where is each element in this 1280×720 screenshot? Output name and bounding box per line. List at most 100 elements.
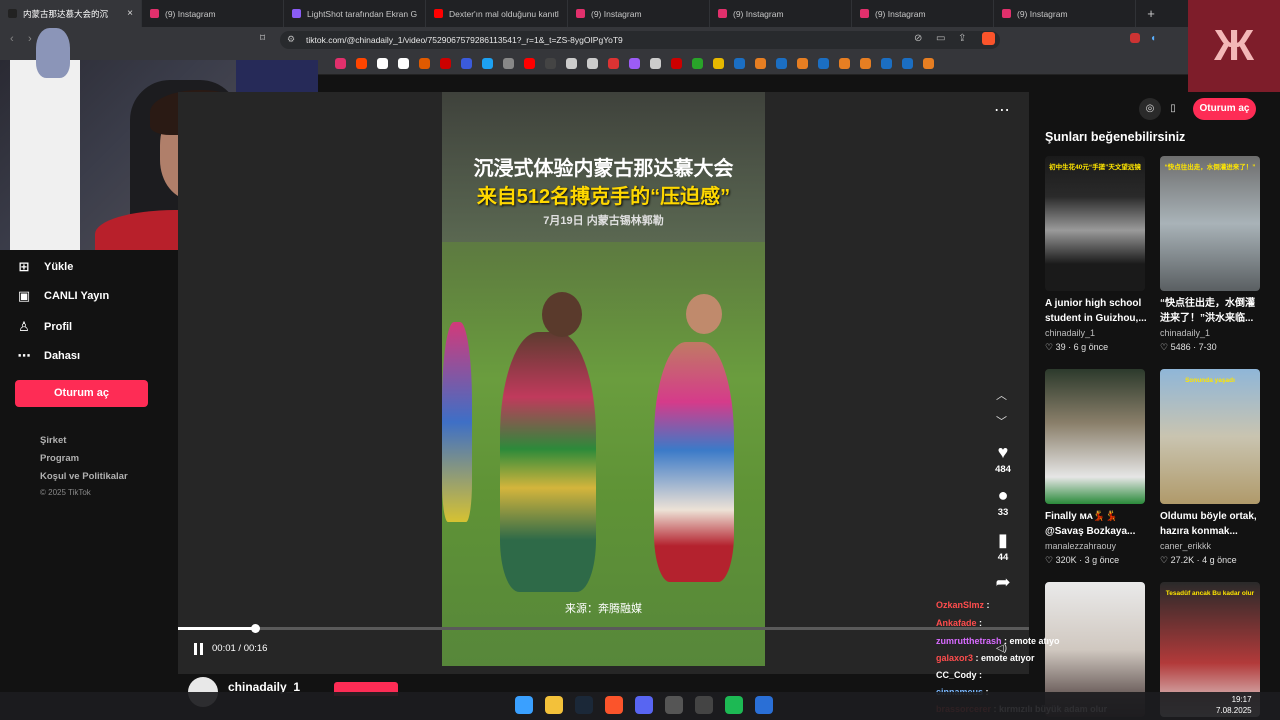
- new-tab-button[interactable]: +: [1136, 0, 1166, 27]
- phone-icon[interactable]: ▯: [1162, 98, 1184, 120]
- bookmark-favicon-icon[interactable]: [608, 58, 619, 69]
- bookmark-favicon-icon[interactable]: [356, 58, 367, 69]
- bookmark-favicon-icon[interactable]: [419, 58, 430, 69]
- tab-0[interactable]: 内蒙古那达慕大会的沉 ×: [0, 0, 142, 27]
- login-button-top[interactable]: Oturum aç: [1193, 98, 1256, 120]
- tab-1[interactable]: (9) Instagram: [142, 0, 284, 27]
- app-icon[interactable]: [665, 696, 683, 714]
- footer-terms[interactable]: Koşul ve Politikalar: [40, 471, 128, 482]
- login-button[interactable]: Oturum aç: [15, 380, 148, 407]
- card-title[interactable]: Oldumu böyle ortak, hazıra konmak...: [1160, 509, 1262, 539]
- file-explorer-icon[interactable]: [545, 696, 563, 714]
- tab-3[interactable]: Dexter'ın mal olduğunu kanıtlı: [426, 0, 568, 27]
- tab-4[interactable]: (9) Instagram: [568, 0, 710, 27]
- video-source: 来源：奔腾融媒: [565, 603, 642, 615]
- bookmark-favicon-icon[interactable]: [524, 58, 535, 69]
- more-options-icon[interactable]: ⋯: [994, 100, 1010, 120]
- bookmark-favicon-icon[interactable]: [503, 58, 514, 69]
- share-arrow-icon: ➦: [995, 572, 1011, 592]
- progress-track[interactable]: [178, 627, 1029, 630]
- copyright: © 2025 TikTok: [40, 488, 91, 497]
- save-count: 44: [997, 552, 1009, 563]
- bookmark-favicon-icon[interactable]: [566, 58, 577, 69]
- bookmark-favicon-icon[interactable]: [377, 58, 388, 69]
- bookmark-favicon-icon[interactable]: [650, 58, 661, 69]
- back-icon[interactable]: ‹: [10, 33, 14, 45]
- bookmark-favicon-icon[interactable]: [671, 58, 682, 69]
- audio-icon[interactable]: ◖: [1150, 33, 1156, 44]
- bookmark-favicon-icon[interactable]: [755, 58, 766, 69]
- compass-icon[interactable]: ◎: [1139, 98, 1161, 120]
- bookmark-favicon-icon[interactable]: [587, 58, 598, 69]
- card-username[interactable]: chinadaily_1: [1160, 328, 1210, 338]
- bookmark-favicon-icon[interactable]: [482, 58, 493, 69]
- pause-icon[interactable]: [193, 643, 205, 655]
- bookmark-favicon-icon[interactable]: [818, 58, 829, 69]
- nav-more[interactable]: ⋯ Dahası: [16, 345, 81, 367]
- bookmark-favicon-icon[interactable]: [440, 58, 451, 69]
- nav-live[interactable]: ▣ CANLI Yayın: [16, 285, 109, 307]
- translate-icon[interactable]: ⊘: [914, 33, 922, 44]
- bookmark-favicon-icon[interactable]: [461, 58, 472, 69]
- bookmark-favicon-icon[interactable]: [881, 58, 892, 69]
- separator: ·: [1065, 342, 1074, 352]
- extension-icon[interactable]: [1130, 33, 1140, 43]
- footer-program[interactable]: Program: [40, 453, 79, 464]
- card-username[interactable]: chinadaily_1: [1045, 328, 1095, 338]
- bookmark-favicon-icon[interactable]: [797, 58, 808, 69]
- bookmark-favicon-icon[interactable]: [545, 58, 556, 69]
- brave-icon[interactable]: [605, 696, 623, 714]
- card-username[interactable]: caner_erikkk: [1160, 541, 1211, 551]
- tab-2[interactable]: LightShot tarafından Ekran Görü: [284, 0, 426, 27]
- bookmark-favicon-icon[interactable]: [734, 58, 745, 69]
- like-action[interactable]: ♥ 484: [988, 442, 1018, 475]
- chevron-up-icon[interactable]: ︿: [996, 387, 1007, 403]
- bookmark-favicon-icon[interactable]: [335, 58, 346, 69]
- nav-profile[interactable]: ♙ Profil: [16, 316, 72, 338]
- card-username[interactable]: manalezzahraouy: [1045, 541, 1116, 551]
- bookmark-favicon-icon[interactable]: [923, 58, 934, 69]
- nav-upload[interactable]: ⊞ Yükle: [16, 256, 74, 278]
- streamer-logo: Ж: [1188, 0, 1280, 92]
- steam-icon[interactable]: [575, 696, 593, 714]
- tab-6[interactable]: (9) Instagram: [852, 0, 994, 27]
- footer-company[interactable]: Şirket: [40, 435, 66, 446]
- card-thumbnail[interactable]: 初中生花40元“手搓”天文望远镜: [1045, 156, 1145, 291]
- bookmark-favicon-icon[interactable]: [776, 58, 787, 69]
- app-icon[interactable]: [755, 696, 773, 714]
- card-title[interactable]: “快点往出走，水倒灌进来了！”洪水来临...: [1160, 296, 1262, 326]
- bookmark-icon[interactable]: ⌑: [260, 33, 265, 44]
- site-info-icon[interactable]: ⚙: [287, 34, 295, 45]
- address-bar[interactable]: tiktok.com/@chinadaily_1/video/752906757…: [280, 31, 1000, 49]
- share-action[interactable]: ➦: [988, 572, 1018, 592]
- bookmark-favicon-icon[interactable]: [398, 58, 409, 69]
- tab-5[interactable]: (9) Instagram: [710, 0, 852, 27]
- progress-thumb[interactable]: [251, 624, 260, 633]
- card-thumbnail[interactable]: [1045, 369, 1145, 504]
- progress-fill: [178, 627, 255, 630]
- obs-icon[interactable]: [695, 696, 713, 714]
- discord-icon[interactable]: [635, 696, 653, 714]
- tab-7[interactable]: (9) Instagram: [994, 0, 1136, 27]
- cast-icon[interactable]: ▭: [936, 33, 945, 44]
- close-tab-icon[interactable]: ×: [127, 8, 133, 19]
- bookmark-favicon-icon[interactable]: [902, 58, 913, 69]
- bookmark-favicon-icon[interactable]: [860, 58, 871, 69]
- spotify-icon[interactable]: [725, 696, 743, 714]
- forward-icon[interactable]: ›: [28, 33, 32, 45]
- windows-start-icon[interactable]: [515, 696, 533, 714]
- save-action[interactable]: ▮ 44: [988, 530, 1018, 563]
- bookmark-favicon-icon[interactable]: [839, 58, 850, 69]
- brave-shield-icon[interactable]: [982, 32, 995, 45]
- chevron-down-icon[interactable]: ﹀: [996, 413, 1007, 429]
- bookmark-favicon-icon[interactable]: [692, 58, 703, 69]
- card-thumbnail[interactable]: Sonunda yaşadı: [1160, 369, 1260, 504]
- share-icon[interactable]: ⇪: [958, 33, 966, 44]
- bookmark-favicon-icon[interactable]: [713, 58, 724, 69]
- bookmark-favicon-icon[interactable]: [629, 58, 640, 69]
- card-title[interactable]: A junior high school student in Guizhou,…: [1045, 296, 1147, 326]
- card-thumbnail[interactable]: “快点往出走，水倒灌进来了！”: [1160, 156, 1260, 291]
- card-title[interactable]: Finally ᴍᴀ💃💃 @Savaş Bozkaya...: [1045, 509, 1147, 539]
- card-like-count: 5486: [1170, 342, 1191, 352]
- comment-action[interactable]: ● 33: [988, 485, 1018, 518]
